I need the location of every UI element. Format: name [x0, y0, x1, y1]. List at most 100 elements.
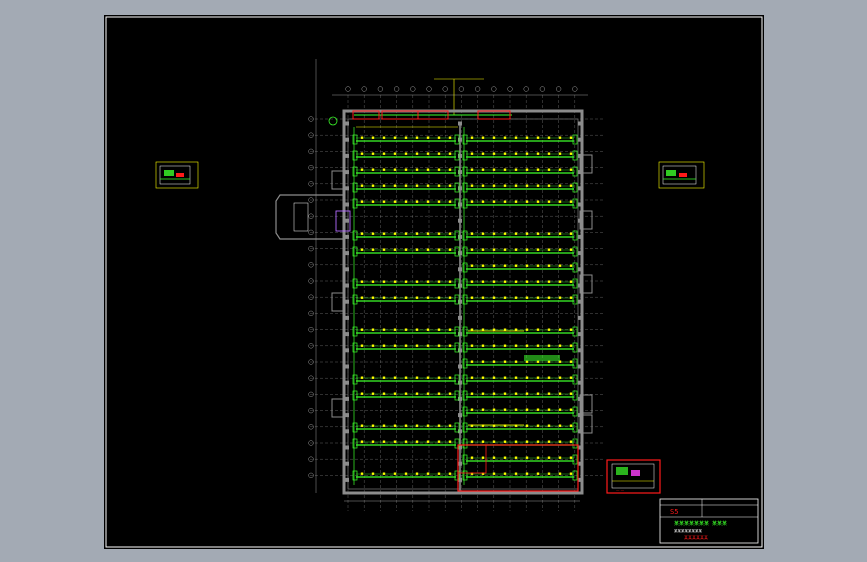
pipe-drop: [352, 294, 358, 305]
sprinkler-head: [547, 168, 551, 171]
cad-viewport[interactable]: — — S5 某某某某某某某 某某某 某某某某某某某某 某某某某某某: [104, 15, 764, 549]
sprinkler-head: [360, 248, 364, 251]
sprinkler-head: [448, 200, 452, 203]
sprinkler-head: [547, 392, 551, 395]
pipe-drop: [462, 198, 468, 209]
pipe-drop: [462, 182, 468, 193]
sprinkler-head: [514, 200, 518, 203]
pipe-drop: [462, 246, 468, 257]
pipe-drop: [462, 294, 468, 305]
structural-column: [578, 267, 582, 272]
sprinkler-head: [525, 472, 529, 475]
structural-column: [578, 121, 582, 126]
sprinkler-head: [470, 360, 474, 363]
sprinkler-head: [382, 392, 386, 395]
sprinkler-head: [426, 376, 430, 379]
sprinkler-head: [558, 440, 562, 443]
sprinkler-head: [569, 344, 573, 347]
structural-column: [345, 429, 349, 434]
sprinkler-head: [481, 248, 485, 251]
structural-column: [458, 153, 462, 158]
sprinkler-head: [536, 392, 540, 395]
sprinkler-head: [371, 424, 375, 427]
sprinkler-head: [481, 168, 485, 171]
grid-column-bubble: [507, 86, 513, 92]
grid-column-bubble: [394, 86, 400, 92]
pipe-drop: [572, 406, 578, 417]
sprinkler-head: [404, 344, 408, 347]
pipe-drop: [572, 262, 578, 273]
structural-column: [578, 202, 582, 207]
sprinkler-head: [437, 296, 441, 299]
sprinkler-head: [470, 280, 474, 283]
sprinkler-head: [404, 280, 408, 283]
structural-column: [345, 202, 349, 207]
grid-column-bubble: [410, 86, 416, 92]
sprinkler-head: [415, 392, 419, 395]
sprinkler-head: [547, 152, 551, 155]
sprinkler-head: [514, 184, 518, 187]
sprinkler-head: [514, 232, 518, 235]
sprinkler-head: [503, 360, 507, 363]
sprinkler-head: [371, 136, 375, 139]
sprinkler-head: [360, 392, 364, 395]
sprinkler-head: [558, 344, 562, 347]
sprinkler-head: [404, 392, 408, 395]
structural-column: [458, 283, 462, 288]
structural-column: [458, 445, 462, 450]
sprinkler-head: [404, 200, 408, 203]
sprinkler-head: [481, 152, 485, 155]
structural-column: [578, 218, 582, 223]
sprinkler-head: [415, 424, 419, 427]
structural-column: [345, 170, 349, 175]
sprinkler-head: [503, 184, 507, 187]
sprinkler-head: [569, 168, 573, 171]
title-block: S5 某某某某某某某 某某某 某某某某某某某某 某某某某某某: [659, 498, 759, 544]
structural-column: [345, 445, 349, 450]
sprinkler-head: [514, 360, 518, 363]
sprinkler-head: [514, 168, 518, 171]
cad-drawing-canvas[interactable]: — — S5 某某某某某某某 某某某 某某某某某某某某 某某某某某某: [104, 15, 764, 549]
sprinkler-head: [503, 248, 507, 251]
sprinkler-head: [393, 296, 397, 299]
sprinkler-head: [437, 152, 441, 155]
structural-column: [345, 315, 349, 320]
sprinkler-head: [492, 296, 496, 299]
sprinkler-head: [470, 232, 474, 235]
sprinkler-head: [382, 376, 386, 379]
pipe-drop: [572, 390, 578, 401]
pipe-drop: [572, 342, 578, 353]
grid-column-bubble: [539, 86, 546, 92]
sprinkler-head: [371, 328, 375, 331]
structural-column: [578, 315, 582, 320]
sprinkler-head: [558, 264, 562, 267]
sprinkler-head: [569, 328, 573, 331]
sprinkler-head: [393, 376, 397, 379]
sprinkler-head: [547, 344, 551, 347]
sprinkler-head: [492, 184, 496, 187]
sprinkler-head: [448, 280, 452, 283]
sprinkler-head: [415, 376, 419, 379]
sprinkler-head: [569, 232, 573, 235]
sprinkler-head: [525, 344, 529, 347]
sprinkler-head: [360, 184, 364, 187]
sprinkler-head: [426, 328, 430, 331]
sprinkler-head: [503, 200, 507, 203]
svg-text:— —: — —: [616, 488, 625, 492]
sprinkler-head: [426, 184, 430, 187]
sprinkler-head: [382, 440, 386, 443]
pipe-drop: [462, 422, 468, 433]
pipe-drop: [462, 358, 468, 369]
sprinkler-head: [404, 376, 408, 379]
sprinkler-head: [514, 152, 518, 155]
sprinkler-head: [536, 328, 540, 331]
sprinkler-head: [437, 392, 441, 395]
pipe-drop: [352, 182, 358, 193]
grid-column-bubble: [377, 86, 384, 92]
sprinkler-head: [503, 136, 507, 139]
sprinkler-head: [382, 328, 386, 331]
sprinkler-head: [492, 440, 496, 443]
sprinkler-head: [569, 360, 573, 363]
pipe-drop: [572, 454, 578, 465]
sprinkler-head: [536, 280, 540, 283]
